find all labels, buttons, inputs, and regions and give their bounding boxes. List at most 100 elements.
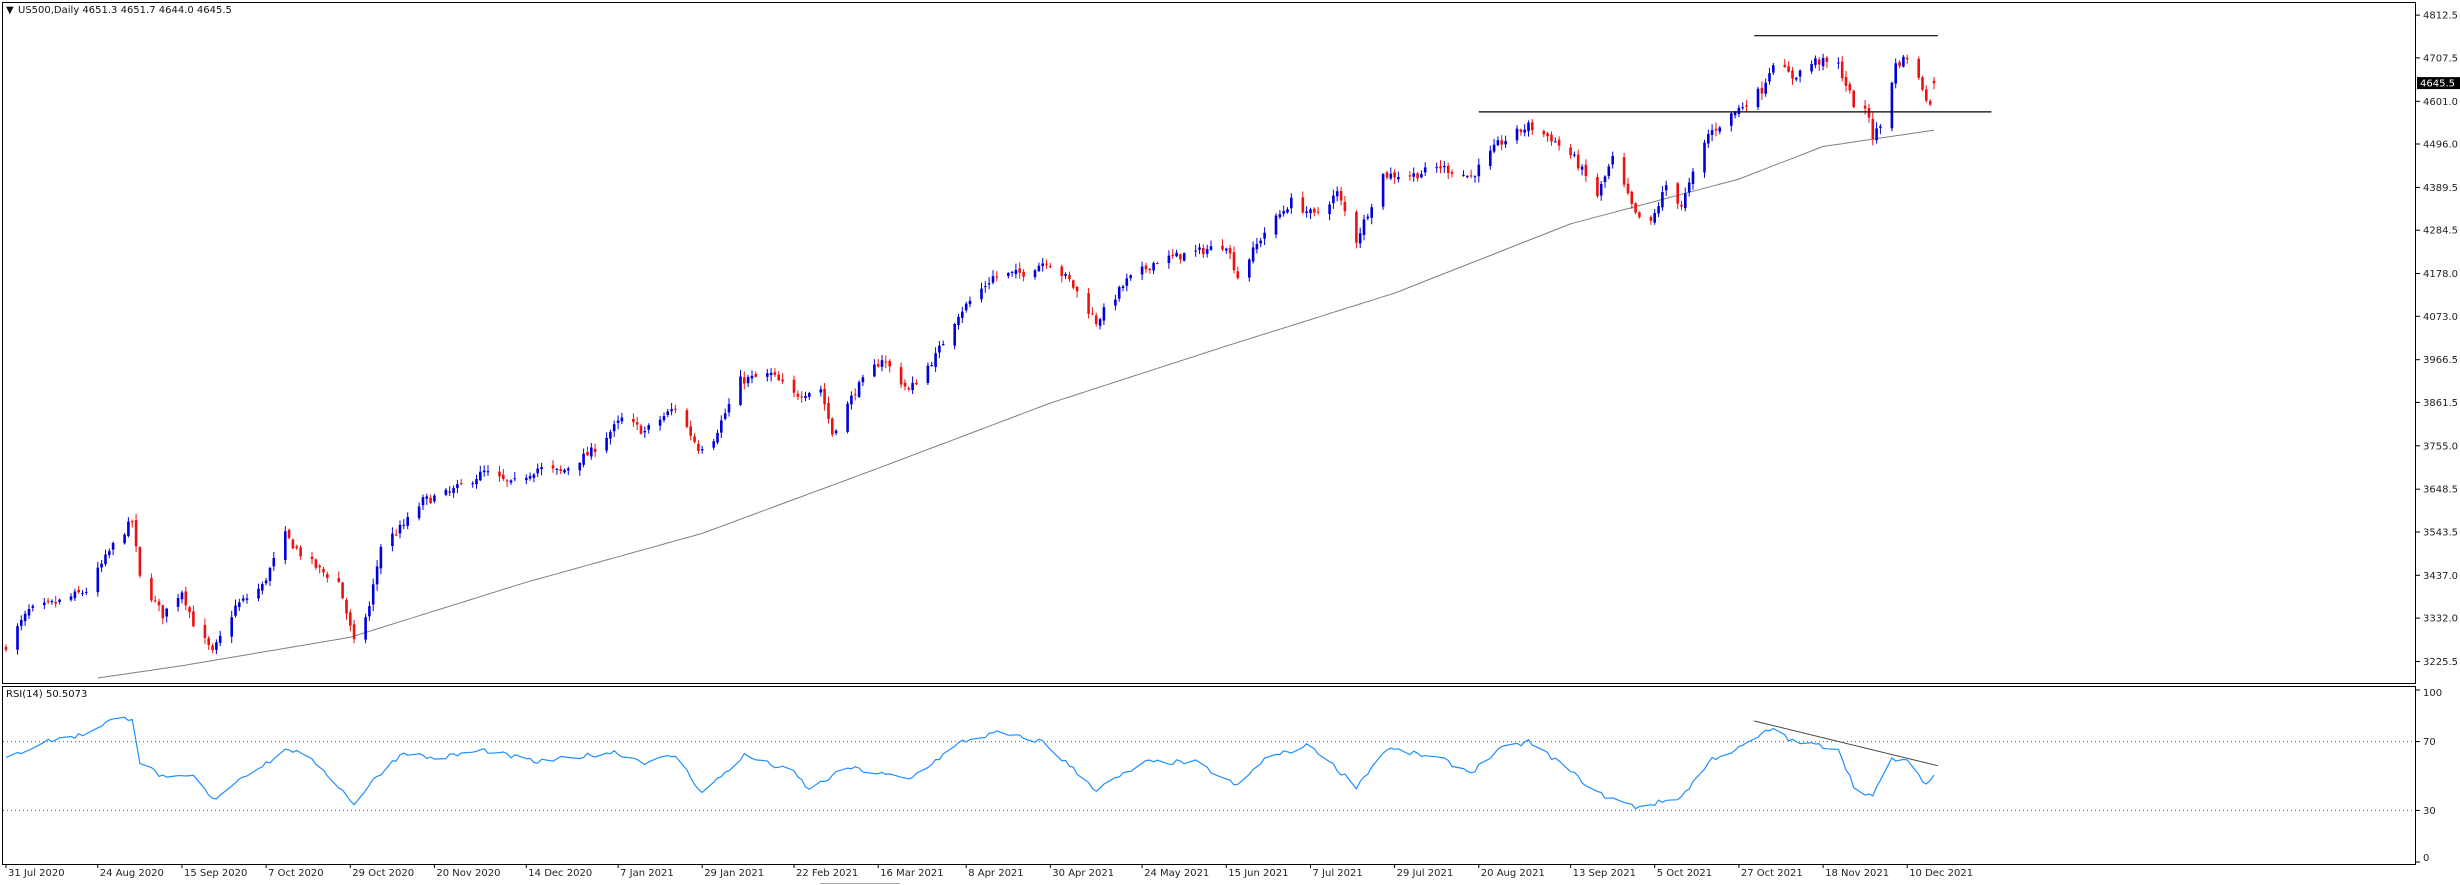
price-tick-label: 3966.5 [2423, 355, 2458, 366]
candle-bullish [1182, 253, 1186, 261]
candle-bearish [632, 419, 635, 423]
candle-bullish [1167, 255, 1171, 263]
candle-bearish [1905, 57, 1909, 60]
candle-bullish [238, 602, 241, 607]
candle-bullish [1309, 209, 1312, 214]
candle-bullish [1274, 215, 1278, 235]
candle-bullish [20, 620, 23, 626]
candle-bearish [394, 534, 398, 536]
candle-bearish [77, 589, 80, 593]
candle-bullish [834, 430, 838, 434]
candle-bearish [689, 426, 692, 436]
candle-bearish [498, 471, 501, 477]
candle-bearish [586, 452, 589, 456]
candle-bearish [1232, 252, 1236, 271]
candle-bullish [612, 424, 616, 432]
candle-bearish [1313, 208, 1316, 213]
candle-bearish [1301, 197, 1305, 213]
date-tick-label: 24 May 2021 [1144, 868, 1209, 879]
date-tick-label: 20 Nov 2020 [436, 868, 500, 879]
candle-bearish [899, 367, 903, 385]
candle-bearish [1045, 263, 1048, 265]
candle-bullish [930, 365, 933, 366]
candle-bullish [1435, 167, 1438, 169]
candle-bullish [1443, 166, 1446, 168]
rsi-tick-label: 70 [2423, 737, 2436, 748]
candle-bullish [1492, 144, 1496, 152]
candle-bearish [1871, 119, 1875, 139]
header-arrow[interactable]: ▼ [6, 5, 14, 16]
candle-bearish [1339, 191, 1343, 201]
candle-bullish [513, 478, 517, 480]
candle-bullish [643, 430, 647, 433]
price-tick-label: 3543.5 [2423, 528, 2458, 539]
candle-bearish [1817, 59, 1821, 65]
price-tick-label: 3861.5 [2423, 398, 2458, 409]
candle-bullish [1879, 126, 1882, 128]
candle-bullish [165, 608, 168, 617]
candle-bearish [1745, 105, 1748, 107]
candle-bullish [964, 303, 968, 311]
candle-bullish [953, 324, 956, 346]
candle-bearish [1469, 175, 1473, 177]
candle-bullish [987, 283, 991, 285]
candle-bearish [1446, 165, 1450, 173]
candle-bearish [291, 539, 295, 549]
candle-bullish [938, 345, 941, 353]
candle-bearish [781, 379, 784, 382]
candle-bearish [150, 577, 153, 601]
date-tick-label: 29 Oct 2020 [352, 868, 414, 879]
candle-bullish [941, 344, 945, 345]
candle-bullish [1278, 214, 1282, 218]
price-tick-label: 4073.0 [2423, 312, 2458, 323]
candle-bearish [777, 374, 780, 381]
candle-bearish [1236, 271, 1240, 279]
candle-bullish [1102, 307, 1106, 321]
candle-bearish [1072, 280, 1075, 288]
candle-bearish [1932, 80, 1936, 84]
candle-bullish [605, 437, 608, 451]
candle-bearish [1576, 154, 1580, 169]
candle-bearish [884, 361, 888, 363]
candle-bullish [127, 521, 130, 536]
candle-bearish [1840, 61, 1844, 79]
candle-bullish [215, 642, 218, 650]
candle-bullish [1328, 204, 1331, 215]
candle-bullish [911, 382, 914, 391]
candle-bearish [796, 393, 800, 397]
candle-bearish [337, 578, 341, 582]
candle-bullish [379, 546, 383, 569]
candle-bullish [1248, 259, 1251, 278]
candle-bullish [1420, 174, 1423, 178]
candle-bearish [593, 448, 597, 452]
candle-bearish [161, 605, 165, 619]
candle-bullish [23, 613, 27, 622]
candle-bullish [1554, 141, 1557, 143]
candle-bullish [1737, 107, 1741, 114]
candle-bullish [391, 533, 394, 546]
candle-bearish [559, 469, 562, 471]
candle-bullish [1707, 134, 1710, 144]
candle-bearish [823, 388, 826, 405]
candle-bullish [1902, 56, 1905, 67]
candle-bearish [907, 388, 911, 390]
candle-bullish [1255, 243, 1259, 250]
candle-bearish [352, 624, 356, 640]
candle-bearish [4, 646, 8, 650]
candle-bearish [697, 443, 700, 451]
candle-bullish [1477, 164, 1481, 177]
candle-bullish [873, 364, 876, 377]
candle-bullish [433, 495, 436, 502]
candle-bullish [1718, 127, 1722, 132]
candle-bullish [241, 598, 245, 601]
date-tick-label: 13 Sep 2021 [1573, 868, 1636, 879]
candle-bearish [792, 379, 796, 393]
candle-bullish [1810, 64, 1813, 72]
candle-bearish [211, 645, 214, 651]
candle-bearish [1626, 183, 1630, 194]
date-tick-label: 22 Feb 2021 [796, 868, 858, 879]
candle-bearish [1316, 211, 1320, 213]
candle-bullish [666, 411, 670, 415]
candle-bullish [234, 605, 237, 616]
candle-bullish [582, 453, 585, 465]
